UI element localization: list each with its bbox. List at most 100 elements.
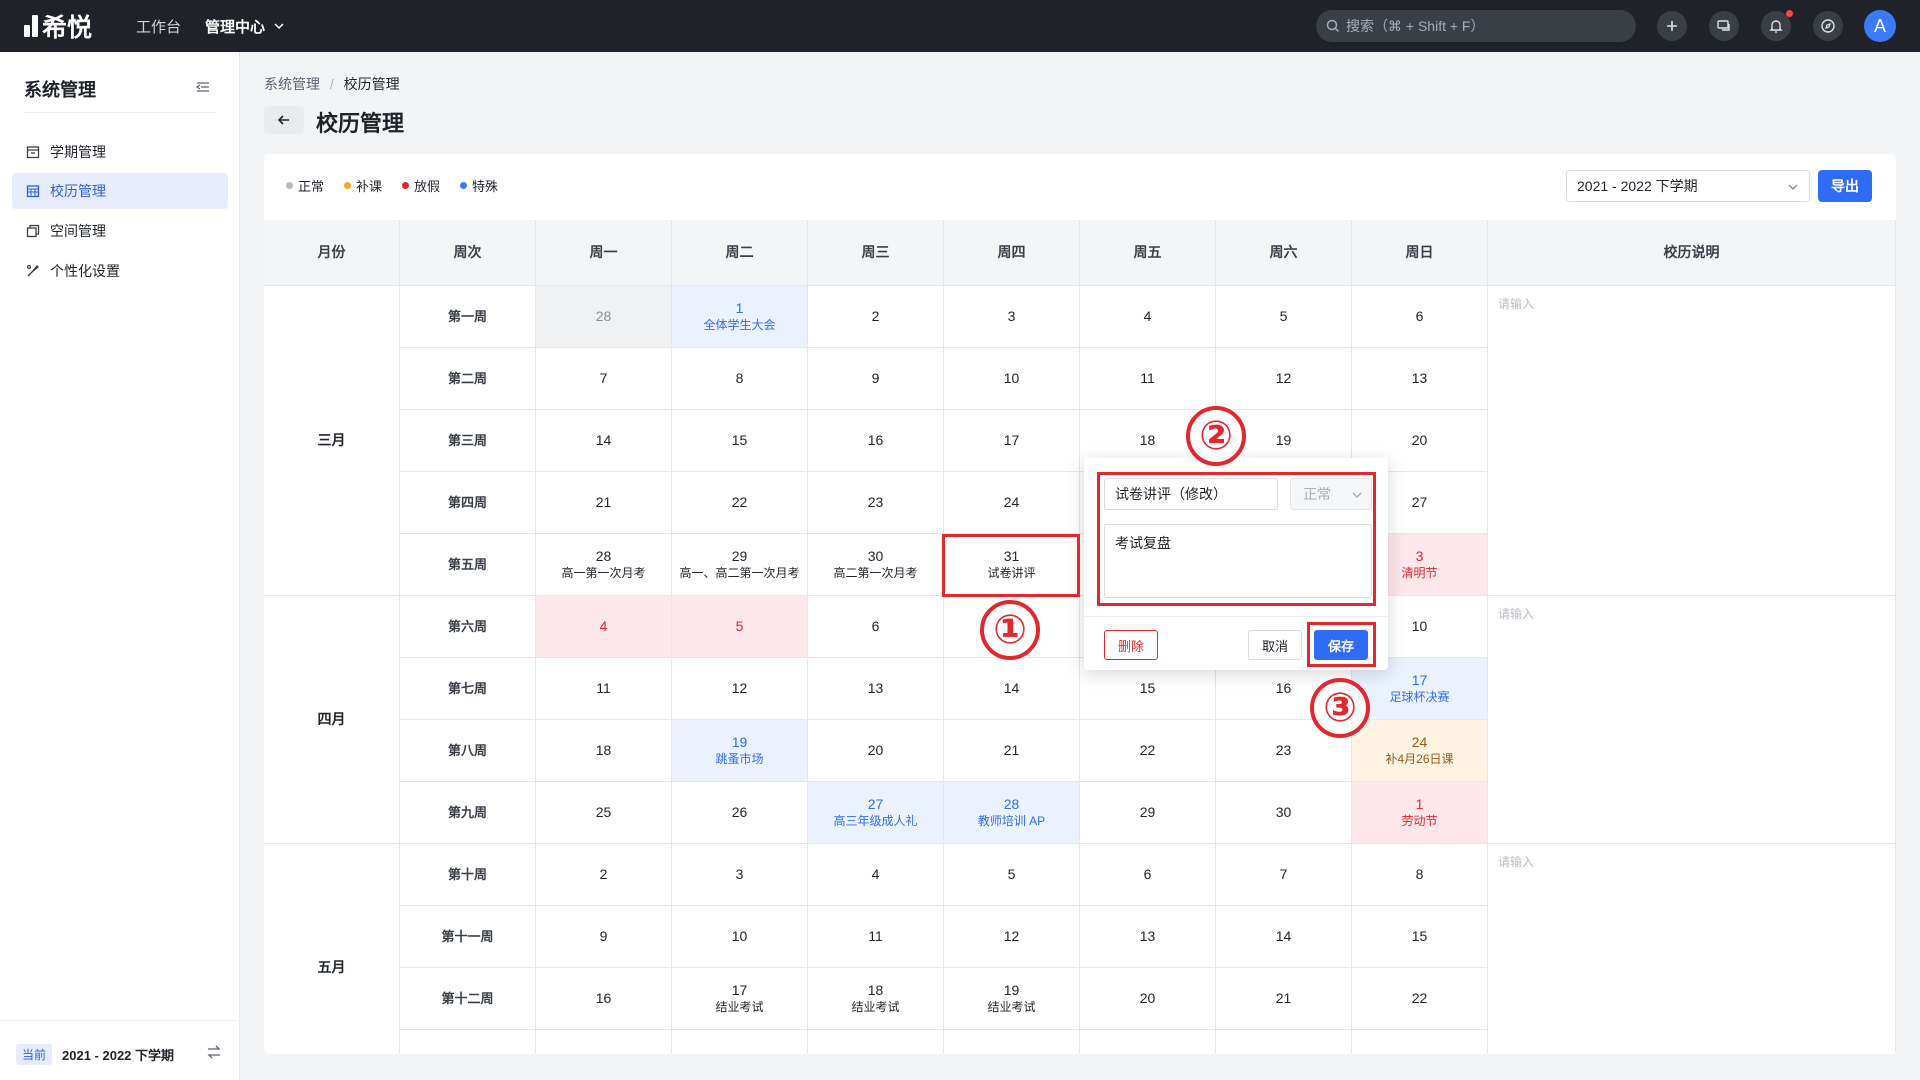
nav-workbench[interactable]: 工作台 — [136, 16, 181, 37]
day-cell[interactable]: 16 — [536, 968, 672, 1030]
day-cell[interactable]: 26 — [672, 782, 808, 844]
back-button[interactable] — [264, 106, 304, 134]
search-input[interactable]: 搜索（⌘ + Shift + F） — [1316, 10, 1636, 42]
term-select[interactable]: 2021 - 2022 下学期 — [1566, 170, 1810, 202]
day-cell[interactable]: 6 — [1080, 844, 1216, 906]
sidebar-item-term[interactable]: 学期管理 — [12, 134, 228, 170]
day-cell[interactable]: 15 — [672, 410, 808, 472]
day-cell[interactable]: 7 — [536, 348, 672, 410]
day-cell[interactable]: 22 — [1080, 720, 1216, 782]
day-cell[interactable]: 5 — [672, 596, 808, 658]
day-cell[interactable]: 18 — [536, 720, 672, 782]
day-cell[interactable]: 12 — [1216, 348, 1352, 410]
day-cell[interactable]: 29 高一、高二第一次月考 — [672, 534, 808, 596]
calendar-note-input[interactable]: 请输入 — [1488, 844, 1896, 1054]
day-cell[interactable]: 11 — [1080, 348, 1216, 410]
day-cell[interactable]: 21 — [1216, 968, 1352, 1030]
day-cell[interactable]: 22 — [1352, 968, 1488, 1030]
day-cell[interactable]: 12 — [944, 906, 1080, 968]
day-cell[interactable]: 4 — [536, 596, 672, 658]
day-cell[interactable]: 6 — [1352, 286, 1488, 348]
day-cell[interactable]: 25 — [536, 782, 672, 844]
switch-term-icon[interactable] — [206, 1044, 222, 1060]
day-cell[interactable]: 2 — [808, 286, 944, 348]
calendar-note-input[interactable]: 请输入 — [1488, 596, 1896, 844]
delete-button[interactable]: 删除 — [1104, 630, 1158, 660]
day-cell[interactable]: 12 — [672, 658, 808, 720]
day-cell[interactable] — [1080, 1030, 1216, 1054]
day-cell[interactable]: 5 — [944, 844, 1080, 906]
day-cell[interactable]: 9 — [536, 906, 672, 968]
day-cell[interactable]: 13 — [808, 658, 944, 720]
breadcrumb-item[interactable]: 系统管理 — [264, 76, 320, 92]
day-cell[interactable]: 8 — [672, 348, 808, 410]
day-cell[interactable]: 24 — [944, 472, 1080, 534]
sidebar-item-space[interactable]: 空间管理 — [12, 213, 228, 249]
day-cell[interactable]: 3 — [944, 286, 1080, 348]
day-cell[interactable]: 21 — [944, 720, 1080, 782]
day-cell[interactable]: 4 — [808, 844, 944, 906]
day-cell[interactable]: 4 — [1080, 286, 1216, 348]
nav-management-center[interactable]: 管理中心 — [205, 16, 285, 37]
day-cell[interactable]: 5 — [1216, 286, 1352, 348]
day-cell[interactable]: 8 — [1352, 844, 1488, 906]
collapse-sidebar-icon[interactable] — [196, 80, 210, 94]
day-cell[interactable]: 20 — [808, 720, 944, 782]
day-cell[interactable]: 14 — [536, 410, 672, 472]
day-cell[interactable]: 30 — [1216, 782, 1352, 844]
day-cell[interactable] — [536, 1030, 672, 1054]
calendar-note-input[interactable]: 请输入 — [1488, 286, 1896, 596]
day-cell[interactable]: 17 结业考试 — [672, 968, 808, 1030]
day-cell[interactable]: 18 结业考试 — [808, 968, 944, 1030]
messages-button[interactable] — [1709, 11, 1739, 41]
day-cell[interactable]: 14 — [944, 658, 1080, 720]
day-cell[interactable]: 27 高三年级成人礼 — [808, 782, 944, 844]
day-cell[interactable]: 13 — [1352, 348, 1488, 410]
day-cell[interactable] — [808, 1030, 944, 1054]
day-cell[interactable]: 16 — [808, 410, 944, 472]
column-header-thu: 周四 — [944, 220, 1080, 286]
day-cell[interactable]: 17 — [944, 410, 1080, 472]
day-cell[interactable]: 21 — [536, 472, 672, 534]
day-cell[interactable]: 28 高一第一次月考 — [536, 534, 672, 596]
day-cell[interactable]: 3 — [672, 844, 808, 906]
day-cell[interactable]: 11 — [808, 906, 944, 968]
day-cell[interactable]: 7 — [1216, 844, 1352, 906]
day-cell[interactable]: 9 — [808, 348, 944, 410]
day-cell[interactable]: 29 — [1080, 782, 1216, 844]
avatar[interactable]: A — [1864, 10, 1896, 42]
day-cell[interactable]: 28 — [536, 286, 672, 348]
day-cell[interactable] — [1216, 1030, 1352, 1054]
app-logo[interactable]: 希悦 — [24, 8, 92, 44]
day-cell[interactable]: 15 — [1352, 906, 1488, 968]
day-cell[interactable]: 10 — [672, 906, 808, 968]
day-cell[interactable]: 23 — [808, 472, 944, 534]
day-cell[interactable]: 11 — [536, 658, 672, 720]
day-cell[interactable]: 1 劳动节 — [1352, 782, 1488, 844]
day-cell[interactable]: 2 — [536, 844, 672, 906]
day-cell[interactable]: 30 高二第一次月考 — [808, 534, 944, 596]
day-cell[interactable]: 10 — [944, 348, 1080, 410]
day-cell[interactable] — [944, 1030, 1080, 1054]
day-cell[interactable]: 20 — [1080, 968, 1216, 1030]
export-button[interactable]: 导出 — [1818, 170, 1872, 202]
day-cell[interactable] — [1352, 1030, 1488, 1054]
legend-label: 正常 — [298, 179, 325, 194]
day-cell[interactable]: 19 跳蚤市场 — [672, 720, 808, 782]
column-header-month: 月份 — [264, 220, 400, 286]
day-cell[interactable]: 1 全体学生大会 — [672, 286, 808, 348]
day-cell[interactable] — [672, 1030, 808, 1054]
day-cell[interactable]: 28 教师培训 AP — [944, 782, 1080, 844]
day-cell[interactable]: 13 — [1080, 906, 1216, 968]
annotation-number-1: ① — [980, 600, 1040, 660]
add-button[interactable] — [1657, 11, 1687, 41]
cancel-button[interactable]: 取消 — [1248, 630, 1302, 660]
day-cell[interactable]: 6 — [808, 596, 944, 658]
sidebar-item-calendar[interactable]: 校历管理 — [12, 173, 228, 209]
day-cell[interactable]: 22 — [672, 472, 808, 534]
day-cell[interactable]: 24 补4月26日课 — [1352, 720, 1488, 782]
day-cell[interactable]: 19 结业考试 — [944, 968, 1080, 1030]
day-cell[interactable]: 14 — [1216, 906, 1352, 968]
help-button[interactable] — [1813, 11, 1843, 41]
sidebar-item-personalization[interactable]: 个性化设置 — [12, 253, 228, 289]
